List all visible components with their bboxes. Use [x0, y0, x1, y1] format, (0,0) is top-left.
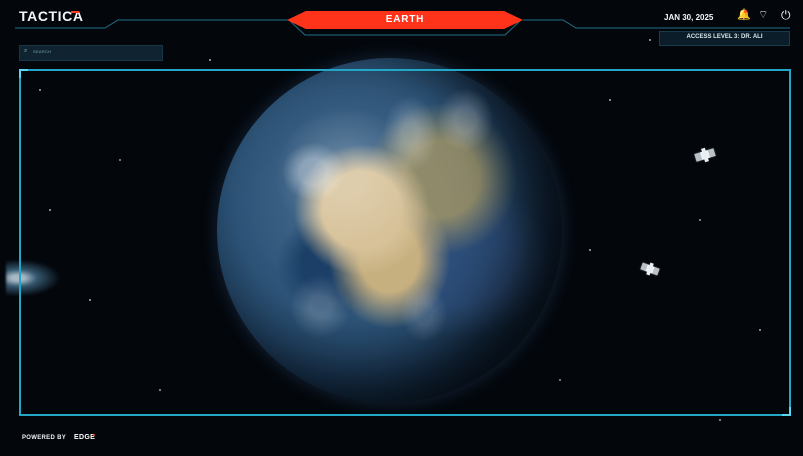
logo-mark: [71, 11, 79, 13]
notification-badge: [744, 10, 747, 13]
page-title: EARTH: [385, 14, 425, 25]
search-icon: ⌕: [24, 48, 28, 54]
earth-globe[interactable]: [217, 58, 562, 403]
wifi-icon[interactable]: ⌔: [758, 9, 768, 21]
brand-logo: EDGE: [74, 434, 96, 441]
brand-mark: [93, 434, 95, 436]
search-placeholder: SEARCH: [33, 49, 52, 54]
comet-glow: [6, 257, 66, 299]
top-header: TACTICA EARTH JAN 30, 2025 🔔 ⌔ ⏻ ACCESS …: [0, 0, 803, 46]
power-icon[interactable]: ⏻: [781, 9, 791, 21]
access-level-label: ACCESS LEVEL 3: DR. ALI: [686, 34, 763, 40]
date-display: JAN 30, 2025: [664, 13, 714, 22]
powered-by-label: POWERED BY: [22, 435, 67, 441]
